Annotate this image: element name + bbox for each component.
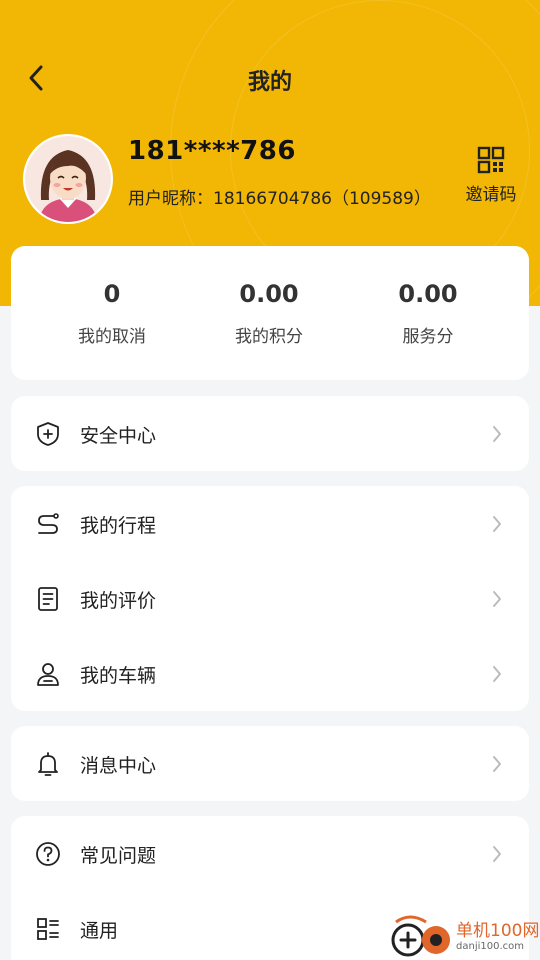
menu-card-messages: 消息中心 (11, 726, 529, 801)
stat-service-score[interactable]: 0.00 服务分 (342, 246, 514, 380)
watermark-logo (391, 915, 450, 957)
menu-card-main: 我的行程 我的评价 我的车辆 (11, 486, 529, 711)
route-icon (38, 513, 59, 534)
question-circle-icon (36, 842, 60, 866)
user-nickname: 用户昵称：18166704786（109589） (128, 189, 431, 209)
stat-cancellations[interactable]: 0 我的取消 (26, 246, 198, 380)
stat-value: 0.00 (398, 280, 458, 308)
page-title: 我的 (247, 70, 292, 95)
menu-item-vehicles[interactable]: 我的车辆 (11, 636, 529, 711)
chevron-right-icon (493, 516, 501, 532)
stat-value: 0 (103, 280, 121, 308)
menu-item-label: 常见问题 (80, 845, 157, 867)
watermark-url: danji100.com (456, 941, 524, 952)
watermark-text: 单机100网 (456, 921, 540, 941)
chevron-right-icon (493, 426, 501, 442)
menu-item-trips[interactable]: 我的行程 (11, 486, 529, 561)
menu-item-label: 通用 (80, 920, 119, 942)
chevron-right-icon (493, 756, 501, 772)
menu-item-messages[interactable]: 消息中心 (11, 726, 529, 801)
stat-label: 我的积分 (235, 327, 303, 347)
driver-icon (37, 663, 59, 686)
menu-item-label: 我的行程 (80, 515, 157, 537)
invite-code-button[interactable]: 邀请码 (458, 146, 524, 205)
menu-item-label: 安全中心 (80, 425, 157, 447)
avatar-illustration (25, 136, 111, 222)
avatar[interactable] (23, 134, 113, 224)
watermark: 单机100网 danji100.com (390, 914, 540, 960)
menu-item-label: 我的车辆 (80, 665, 157, 687)
stat-value: 0.00 (239, 280, 299, 308)
user-phone: 181****786 (128, 136, 296, 166)
top-bar: 我的 (0, 52, 540, 106)
invite-code-label: 邀请码 (465, 185, 517, 205)
shield-icon (37, 422, 59, 446)
stats-card: 0 我的取消 0.00 我的积分 0.00 服务分 (11, 246, 529, 380)
bell-icon (38, 752, 58, 776)
chevron-right-icon (493, 666, 501, 682)
menu-item-label: 我的评价 (80, 590, 157, 612)
chevron-right-icon (493, 846, 501, 862)
menu-card-security: 安全中心 (11, 396, 529, 471)
stat-points[interactable]: 0.00 我的积分 (183, 246, 355, 380)
menu-item-faq[interactable]: 常见问题 (11, 816, 529, 891)
stat-label: 我的取消 (78, 327, 146, 347)
stat-label: 服务分 (402, 327, 454, 347)
menu-item-security[interactable]: 安全中心 (11, 396, 529, 471)
document-icon (38, 587, 58, 611)
menu-item-reviews[interactable]: 我的评价 (11, 561, 529, 636)
chevron-right-icon (493, 591, 501, 607)
grid-list-icon (37, 918, 59, 940)
qr-code-icon (477, 146, 505, 174)
menu-item-label: 消息中心 (80, 755, 157, 777)
